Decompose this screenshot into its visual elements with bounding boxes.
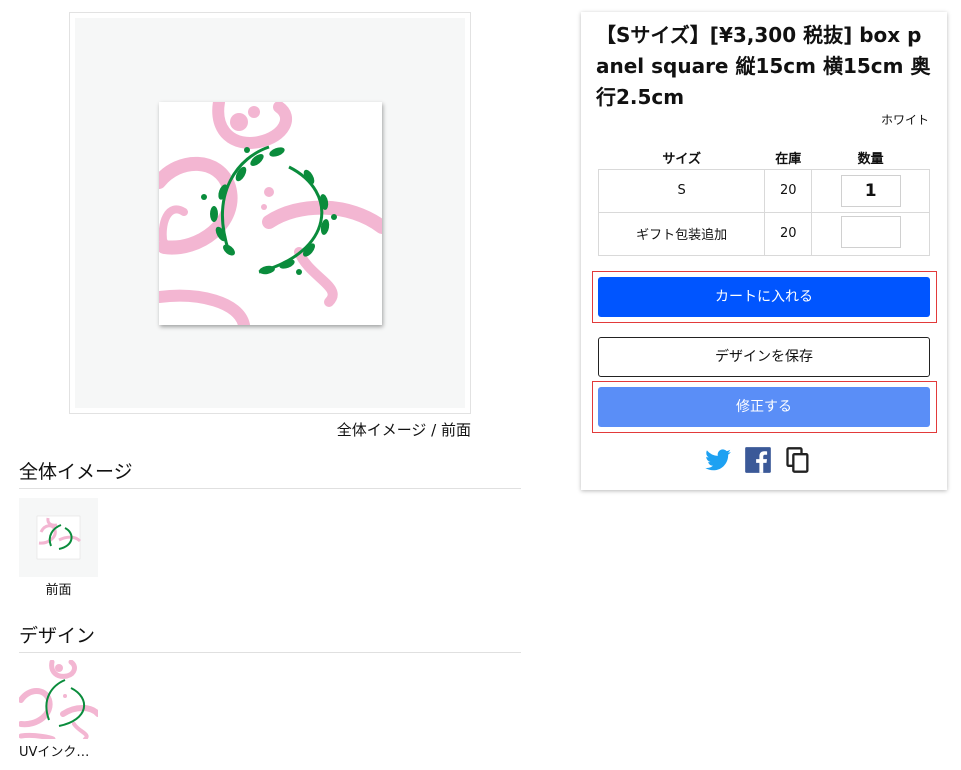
table-row: ギフト包装追加 20 <box>597 211 930 256</box>
product-color: ホワイト <box>880 113 929 127</box>
product-panel: 【Sサイズ】[¥3,300 税抜] box panel square 縦15cm… <box>581 12 947 490</box>
gift-quantity-input[interactable] <box>840 215 901 248</box>
design-thumbnail-image <box>19 660 98 739</box>
facebook-icon[interactable] <box>744 446 772 474</box>
header-size: サイズ <box>662 151 701 167</box>
table-row: S 20 1 <box>597 168 930 213</box>
row-stock: 20 <box>764 211 813 256</box>
product-title: 【Sサイズ】[¥3,300 税抜] box panel square 縦15cm… <box>596 23 931 109</box>
quantity-input[interactable]: 1 <box>840 174 901 207</box>
stock-table: サイズ 在庫 数量 S 20 1 ギフト包装追加 20 <box>597 147 930 256</box>
design-heading: デザイン <box>19 621 521 653</box>
product-preview-image[interactable] <box>159 102 382 325</box>
product-preview-frame <box>69 12 471 414</box>
thumbnail-front-image <box>36 515 82 560</box>
design-thumbnail-label: UVインク… <box>19 745 90 760</box>
row-quantity-cell <box>811 211 930 256</box>
edit-button[interactable]: 修正する <box>598 387 930 427</box>
row-quantity-cell: 1 <box>811 168 930 213</box>
header-stock: 在庫 <box>775 151 802 167</box>
preview-caption: 全体イメージ / 前面 <box>336 421 471 439</box>
row-gift-name: ギフト包装追加 <box>597 211 766 256</box>
row-stock: 20 <box>764 168 813 213</box>
preview-canvas <box>75 18 465 408</box>
row-size-name: S <box>597 168 766 213</box>
add-to-cart-button[interactable]: カートに入れる <box>598 277 930 317</box>
twitter-icon[interactable] <box>704 446 732 474</box>
thumbnail-front-label: 前面 <box>45 583 72 598</box>
overall-image-heading: 全体イメージ <box>19 457 521 489</box>
design-thumbnail[interactable] <box>19 660 98 739</box>
header-quantity: 数量 <box>857 151 884 167</box>
copy-icon[interactable] <box>784 446 812 474</box>
save-design-button[interactable]: デザインを保存 <box>598 337 930 377</box>
stock-table-header: サイズ 在庫 数量 <box>599 147 930 169</box>
thumbnail-front[interactable] <box>19 498 98 577</box>
design-artwork <box>159 102 382 325</box>
